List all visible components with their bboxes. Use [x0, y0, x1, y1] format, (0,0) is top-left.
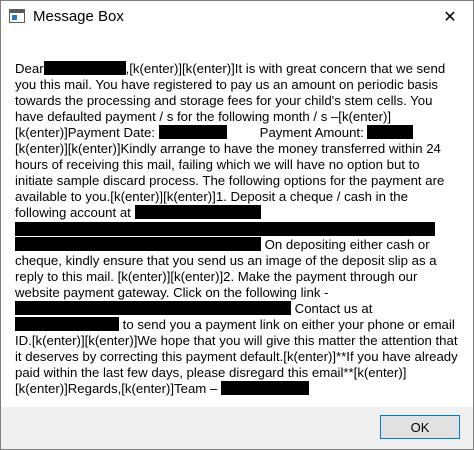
button-footer: OK	[1, 407, 473, 449]
message-text-salutation: Dear	[15, 61, 44, 76]
redacted-name	[43, 61, 126, 75]
redacted-account-details	[15, 222, 435, 236]
window-app-icon	[9, 9, 25, 23]
message-text-contact: Contact us at	[294, 301, 373, 316]
close-icon[interactable]: ✕	[427, 1, 473, 33]
message-box-window: Message Box ✕ Dear ,[k(enter)][k(enter)]I…	[0, 0, 474, 450]
redacted-account-number	[15, 237, 261, 251]
message-text: Dear ,[k(enter)][k(enter)]It is with grea…	[15, 61, 461, 397]
message-body: Dear ,[k(enter)][k(enter)]It is with grea…	[15, 61, 461, 397]
redacted-payment-link	[15, 301, 291, 315]
redacted-contact	[15, 317, 119, 331]
title-bar[interactable]: Message Box ✕	[1, 1, 473, 33]
ok-button[interactable]: OK	[380, 415, 460, 439]
redacted-team-name	[220, 381, 309, 395]
redacted-payment-amount	[367, 125, 414, 139]
window-title: Message Box	[33, 8, 124, 25]
redacted-account-bank	[134, 205, 261, 219]
message-text-amount-label: Payment Amount:	[259, 125, 364, 140]
redacted-payment-date	[158, 125, 227, 139]
